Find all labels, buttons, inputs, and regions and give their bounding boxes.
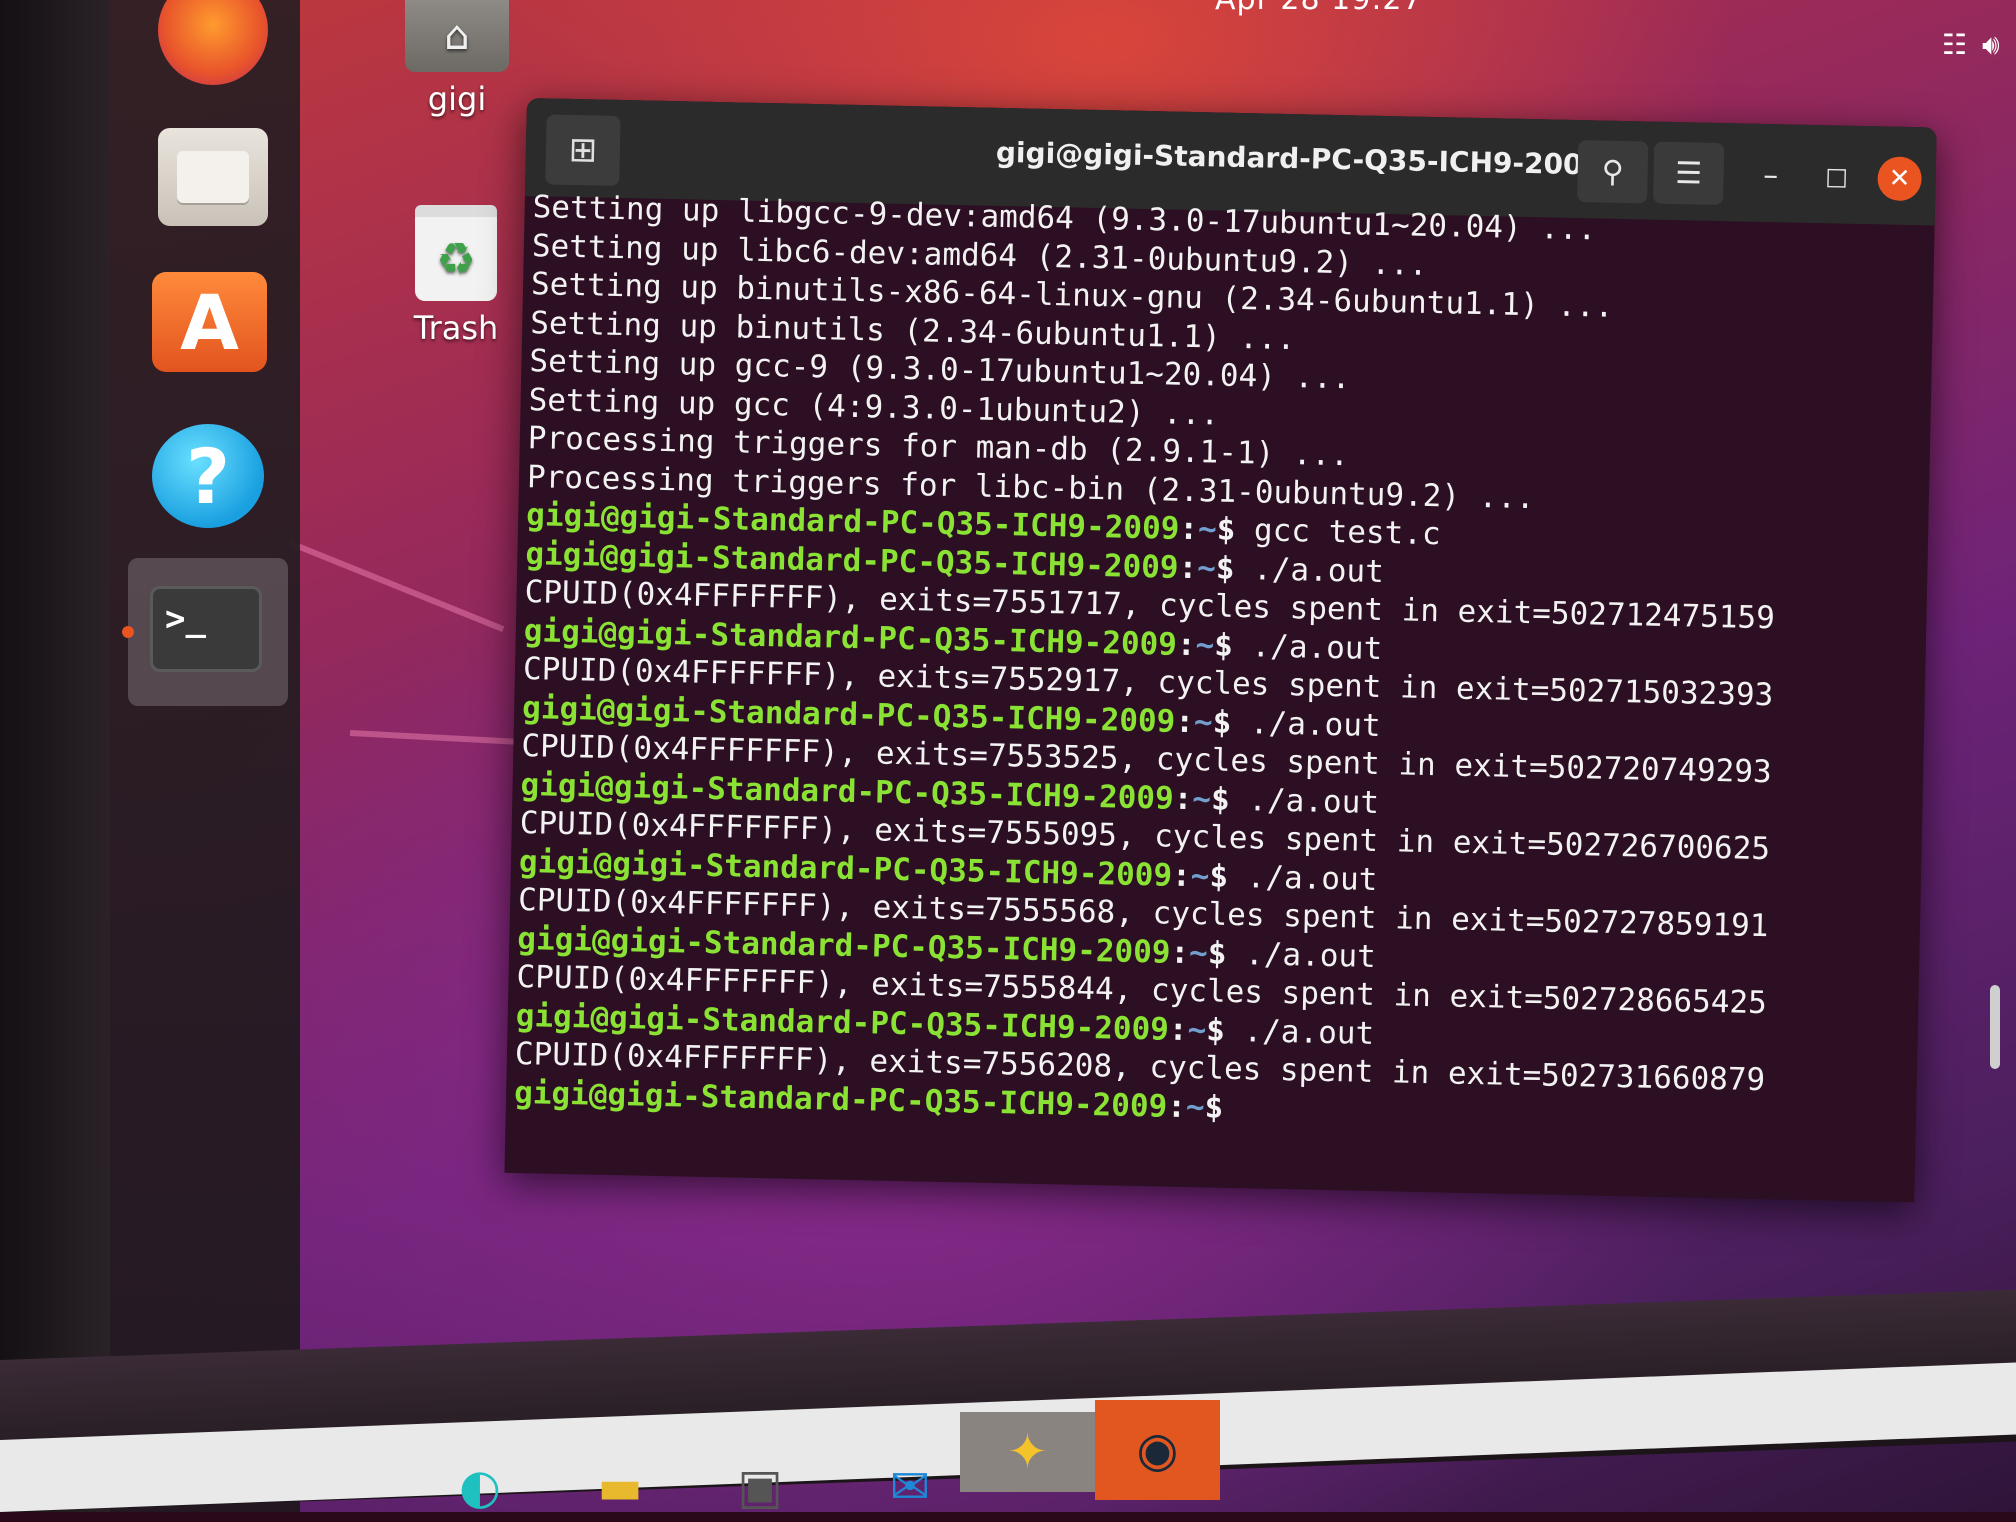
search-button[interactable]: ⚲ bbox=[1577, 140, 1649, 204]
command-text: ./a.out bbox=[1229, 781, 1380, 821]
prompt-directory: ~ bbox=[1190, 857, 1210, 894]
prompt-directory: ~ bbox=[1187, 1011, 1207, 1048]
command-text: ./a.out bbox=[1234, 550, 1385, 590]
prompt-separator: : bbox=[1173, 780, 1193, 817]
command-text: ./a.out bbox=[1226, 935, 1377, 975]
terminal-icon[interactable]: >_ bbox=[150, 586, 262, 672]
prompt-symbol: $ bbox=[1204, 1088, 1224, 1126]
prompt-separator: : bbox=[1178, 549, 1198, 586]
wallpaper-streak bbox=[349, 730, 530, 746]
maximize-icon: □ bbox=[1825, 162, 1849, 191]
prompt-separator: : bbox=[1174, 703, 1195, 740]
hamburger-icon: ☰ bbox=[1674, 155, 1703, 192]
top-bar: Apr 28 19:27 ☷ 🔊︎ bbox=[900, 0, 2016, 61]
clock[interactable]: Apr 28 19:27 bbox=[1215, 0, 1423, 17]
files-icon[interactable] bbox=[158, 128, 268, 226]
command-text: ./a.out bbox=[1232, 627, 1383, 667]
wallpaper-streak bbox=[288, 540, 505, 632]
network-icon[interactable]: ☷ bbox=[1942, 28, 1967, 61]
prompt-separator: : bbox=[1171, 857, 1192, 894]
prompt-directory: ~ bbox=[1188, 934, 1209, 971]
screen-bezel bbox=[0, 0, 110, 1512]
prompt-directory: ~ bbox=[1185, 1088, 1205, 1125]
maximize-button[interactable]: □ bbox=[1801, 145, 1872, 208]
command-text: gcc test.c bbox=[1234, 511, 1442, 553]
folder-icon bbox=[177, 151, 249, 203]
prompt-directory: ~ bbox=[1195, 626, 1215, 664]
prompt-directory: ~ bbox=[1196, 549, 1217, 587]
close-icon: ✕ bbox=[1888, 163, 1911, 194]
prompt-symbol: $ bbox=[1213, 627, 1234, 664]
new-tab-icon: ⊞ bbox=[568, 129, 598, 171]
dock: A ? >_ bbox=[110, 0, 300, 1512]
vm-taskbar-icon[interactable]: ✦ bbox=[960, 1412, 1095, 1492]
terminal-scrollbar[interactable] bbox=[1990, 985, 2000, 1069]
home-icon: ⌂ bbox=[405, 0, 509, 72]
prompt-symbol: $ bbox=[1205, 1011, 1226, 1049]
minimize-button[interactable]: – bbox=[1735, 143, 1806, 206]
prompt-separator: : bbox=[1178, 510, 1199, 548]
prompt-symbol: $ bbox=[1212, 704, 1232, 741]
volume-icon[interactable]: 🔊︎ bbox=[1982, 28, 2000, 62]
command-text: ./a.out bbox=[1230, 704, 1381, 744]
home-folder-desktop-icon[interactable]: ⌂ gigi bbox=[402, 0, 512, 118]
close-button[interactable]: ✕ bbox=[1877, 156, 1923, 202]
command-text: ./a.out bbox=[1224, 1012, 1375, 1052]
prompt-separator: : bbox=[1170, 934, 1190, 971]
running-indicator bbox=[122, 626, 134, 638]
window-title: gigi@gigi-Standard-PC-Q35-ICH9-2009: ~ bbox=[995, 135, 1647, 183]
steam-taskbar-icon[interactable]: ◉ bbox=[1095, 1400, 1220, 1500]
new-tab-button[interactable]: ⊞ bbox=[545, 114, 621, 186]
trash-desktop-icon[interactable]: ♻ Trash bbox=[404, 205, 508, 347]
prompt-directory: ~ bbox=[1192, 780, 1212, 817]
search-icon: ⚲ bbox=[1601, 154, 1625, 190]
command-text: ./a.out bbox=[1227, 858, 1378, 898]
prompt-symbol: $ bbox=[1210, 780, 1231, 818]
prompt-symbol: $ bbox=[1209, 857, 1229, 895]
terminal-output[interactable]: Setting up libgcc-9-dev:amd64 (9.3.0-17u… bbox=[506, 188, 1943, 1141]
prompt-separator: : bbox=[1176, 626, 1196, 663]
prompt-separator: : bbox=[1166, 1088, 1187, 1125]
prompt-symbol: $ bbox=[1216, 511, 1236, 548]
prompt-symbol: $ bbox=[1215, 550, 1235, 587]
minimize-icon: – bbox=[1762, 157, 1779, 193]
prompt-symbol: $ bbox=[1207, 934, 1227, 972]
prompt-directory: ~ bbox=[1193, 703, 1214, 740]
menu-button[interactable]: ☰ bbox=[1653, 141, 1725, 206]
help-icon[interactable]: ? bbox=[152, 424, 264, 528]
firefox-icon[interactable] bbox=[158, 0, 268, 85]
prompt-directory: ~ bbox=[1197, 511, 1218, 548]
software-store-icon[interactable]: A bbox=[152, 272, 267, 372]
terminal-window[interactable]: ⊞ gigi@gigi-Standard-PC-Q35-ICH9-2009: ~… bbox=[504, 98, 1937, 1203]
trash-label: Trash bbox=[413, 309, 499, 347]
home-folder-label: gigi bbox=[427, 80, 487, 118]
prompt-separator: : bbox=[1168, 1011, 1188, 1048]
trash-icon: ♻ bbox=[415, 205, 497, 301]
